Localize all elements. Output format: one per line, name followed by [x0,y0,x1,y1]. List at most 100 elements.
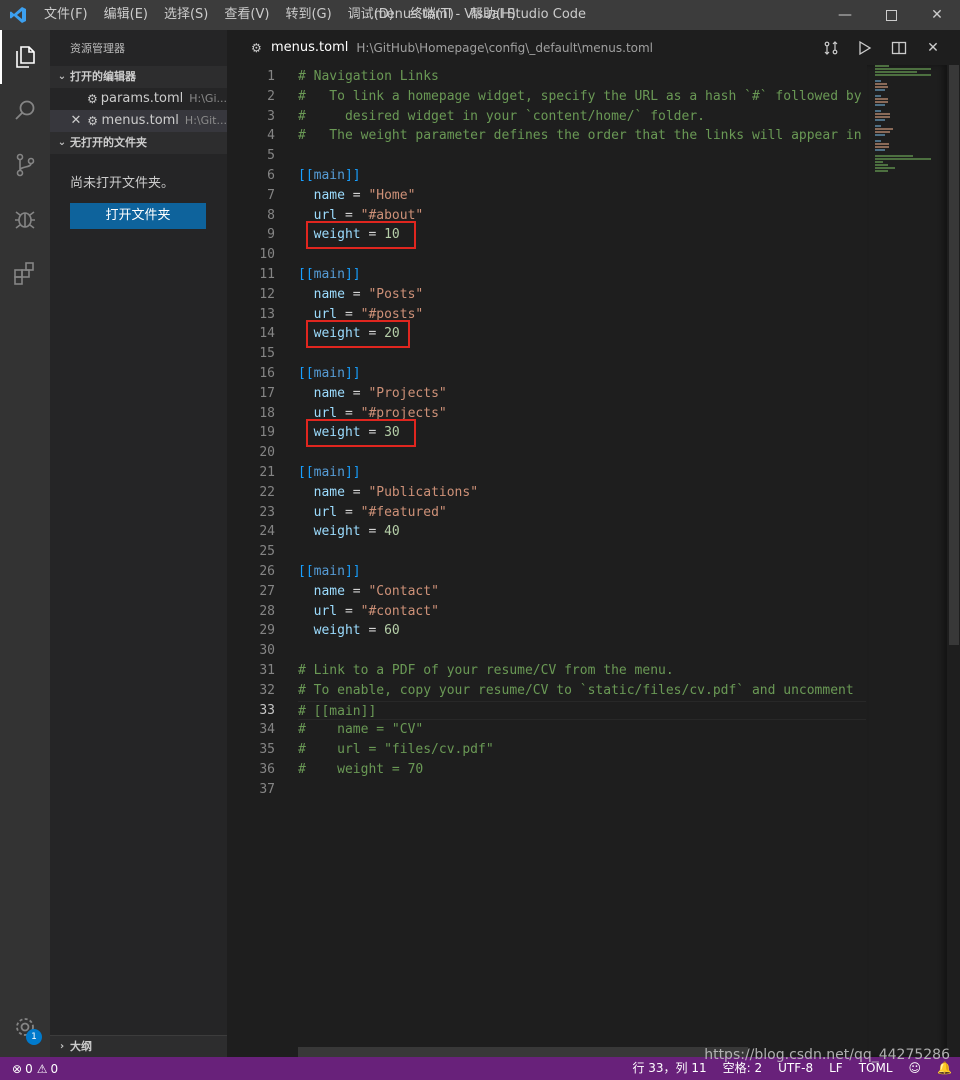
minimap[interactable] [867,65,947,1057]
line-number: 7 [267,187,275,203]
minimap-line [875,131,891,133]
menu-item[interactable]: 选择(S) [156,0,216,30]
code-line[interactable]: name = "Posts" [298,285,866,305]
scrollbar-thumb[interactable] [949,65,959,645]
minimap-line [875,134,886,136]
code-line[interactable]: url = "#featured" [298,503,866,523]
line-number: 33 [259,702,275,718]
compare-changes-icon[interactable] [814,30,848,65]
file-name: params.toml [100,91,184,106]
explorer-icon[interactable] [0,30,50,84]
code-line[interactable]: url = "#contact" [298,602,866,622]
code-line[interactable]: name = "Projects" [298,384,866,404]
code-line[interactable]: # To enable, copy your resume/CV to `sta… [298,681,866,701]
code-line[interactable]: # To link a homepage widget, specify the… [298,87,866,107]
tab-path: H:\GitHub\Homepage\config\_default\menus… [356,40,654,55]
code-line[interactable] [298,443,866,463]
code-line[interactable]: # Link to a PDF of your resume/CV from t… [298,661,866,681]
file-path: H:\Gi... [189,92,227,105]
code-line[interactable] [298,344,866,364]
line-number: 18 [259,405,275,421]
code-line[interactable]: weight = 10 [298,221,866,250]
minimap-line [875,86,888,88]
tab-title[interactable]: menus.toml [271,40,348,55]
line-number: 5 [267,148,275,164]
line-number: 12 [259,286,275,302]
code-line[interactable]: # desired widget in your `content/home/`… [298,107,866,127]
code-line[interactable]: weight = 40 [298,522,866,542]
code-line[interactable]: [[main]] [298,364,866,384]
split-editor-icon[interactable] [882,30,916,65]
code-line[interactable] [298,146,866,166]
close-editor-icon[interactable]: ✕ [916,30,950,65]
line-number: 34 [259,722,275,738]
no-folder-header[interactable]: ⌄ 无打开的文件夹 [50,132,227,154]
run-icon[interactable] [848,30,882,65]
menu-item[interactable]: 调试(D) [340,0,402,30]
minimize-icon[interactable]: — [822,0,868,30]
menu-bar: 文件(F) 编辑(E) 选择(S) 查看(V) 转到(G) 调试(D) 终端(T) 帮助(H) [36,0,524,30]
code-line[interactable] [298,780,866,800]
line-number: 29 [259,623,275,639]
outline-header[interactable]: › 大纲 [50,1035,227,1057]
code-line[interactable]: # Navigation Links [298,67,866,87]
line-number: 10 [259,247,275,263]
open-editor-params[interactable]: ⚙ params.toml H:\Gi... [50,88,227,110]
code-line[interactable] [298,245,866,265]
code-line[interactable] [298,641,866,661]
line-number: 17 [259,385,275,401]
debug-icon[interactable] [0,192,50,246]
source-control-icon[interactable] [0,138,50,192]
horizontal-scrollbar[interactable] [298,1047,748,1057]
line-number: 37 [259,781,275,797]
minimap-line [875,119,886,121]
settings-gear-icon[interactable]: 1 [0,1007,50,1047]
code-line[interactable]: [[main]] [298,166,866,186]
code-line[interactable]: weight = 60 [298,621,866,641]
menu-item[interactable]: 转到(G) [277,0,339,30]
code-line[interactable]: [[main]] [298,463,866,483]
code-area[interactable]: # Navigation Links # To link a homepage w… [298,67,866,799]
maximize-icon[interactable] [868,0,914,30]
close-icon[interactable]: ✕ [914,0,960,30]
code-line[interactable]: # name = "CV" [298,720,866,740]
code-line[interactable]: name = "Publications" [298,483,866,503]
menu-item[interactable]: 编辑(E) [96,0,156,30]
error-icon: ⊗ [12,1061,23,1076]
code-editor[interactable]: 1 2 3 4 5 6 7 8 9 10 11 12 13 14 15 16 17 18 19 20 21 22 23 24 2… [227,65,960,1057]
watermark: https://blog.csdn.net/qq_44275286 [704,1047,950,1063]
editor-tab-bar: ⚙ menus.toml H:\GitHub\Homepage\config\_… [227,30,960,65]
code-line[interactable]: weight = 20 [298,320,866,349]
code-line[interactable]: [[main]] [298,265,866,285]
search-icon[interactable] [0,84,50,138]
open-editors-header[interactable]: ⌄ 打开的编辑器 [50,66,227,88]
extensions-icon[interactable] [0,246,50,300]
close-icon[interactable]: ✕ [68,110,84,132]
code-line[interactable]: [[main]] [298,562,866,582]
code-line[interactable]: # url = "files/cv.pdf" [298,740,866,760]
menu-item[interactable]: 查看(V) [216,0,277,30]
code-line[interactable]: weight = 30 [298,419,866,448]
minimap-line [875,167,895,169]
menu-item[interactable]: 终端(T) [402,0,462,30]
code-line[interactable]: name = "Contact" [298,582,866,602]
problems-indicator[interactable]: ⊗ 0 ⚠ 0 [0,1062,58,1076]
code-line[interactable]: # The weight parameter defines the order… [298,126,866,146]
menu-item[interactable]: 帮助(H) [462,0,524,30]
code-line[interactable]: # [[main]] [298,700,866,721]
editor-actions: ✕ [814,30,950,65]
line-number: 11 [259,266,275,282]
cursor-position[interactable]: 行 33，列 11 [624,1057,714,1080]
menu-item[interactable]: 文件(F) [36,0,96,30]
line-number: 6 [267,167,275,183]
open-editor-menus[interactable]: ✕ ⚙ menus.toml H:\Git... [50,110,227,132]
chevron-down-icon: ⌄ [57,71,67,82]
open-editors-label: 打开的编辑器 [70,70,136,83]
line-number: 25 [259,544,275,560]
minimap-line [875,98,888,100]
code-line[interactable] [298,542,866,562]
code-line[interactable]: name = "Home" [298,186,866,206]
vertical-scrollbar[interactable] [947,65,960,1057]
code-line[interactable]: # weight = 70 [298,760,866,780]
open-folder-button[interactable]: 打开文件夹 [70,203,206,229]
